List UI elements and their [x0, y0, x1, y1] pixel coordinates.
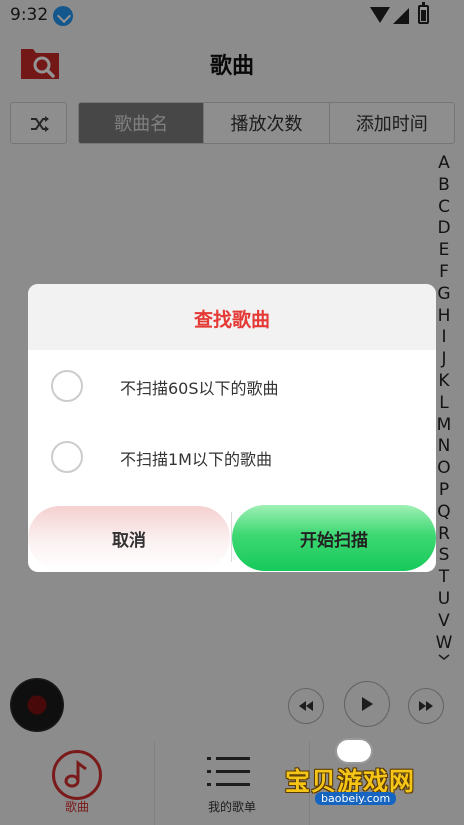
scan-songs-dialog: 查找歌曲 不扫描60S以下的歌曲 不扫描1M以下的歌曲 取消 开始扫描	[28, 284, 436, 572]
radio-button[interactable]	[51, 441, 83, 473]
option-label: 不扫描1M以下的歌曲	[120, 450, 272, 469]
dialog-title: 查找歌曲	[193, 309, 270, 331]
dialog-header: 查找歌曲	[28, 284, 436, 350]
cancel-button[interactable]: 取消	[28, 506, 230, 570]
watermark: 宝贝游戏网 baobeiy.com	[285, 738, 435, 818]
option-skip-short[interactable]: 不扫描60S以下的歌曲	[28, 360, 436, 410]
radio-button[interactable]	[51, 370, 83, 402]
option-label: 不扫描60S以下的歌曲	[120, 379, 279, 398]
option-skip-small[interactable]: 不扫描1M以下的歌曲	[28, 431, 436, 481]
watermark-url: baobeiy.com	[315, 792, 397, 805]
gamepad-icon	[335, 738, 373, 764]
start-scan-button[interactable]: 开始扫描	[232, 505, 436, 571]
